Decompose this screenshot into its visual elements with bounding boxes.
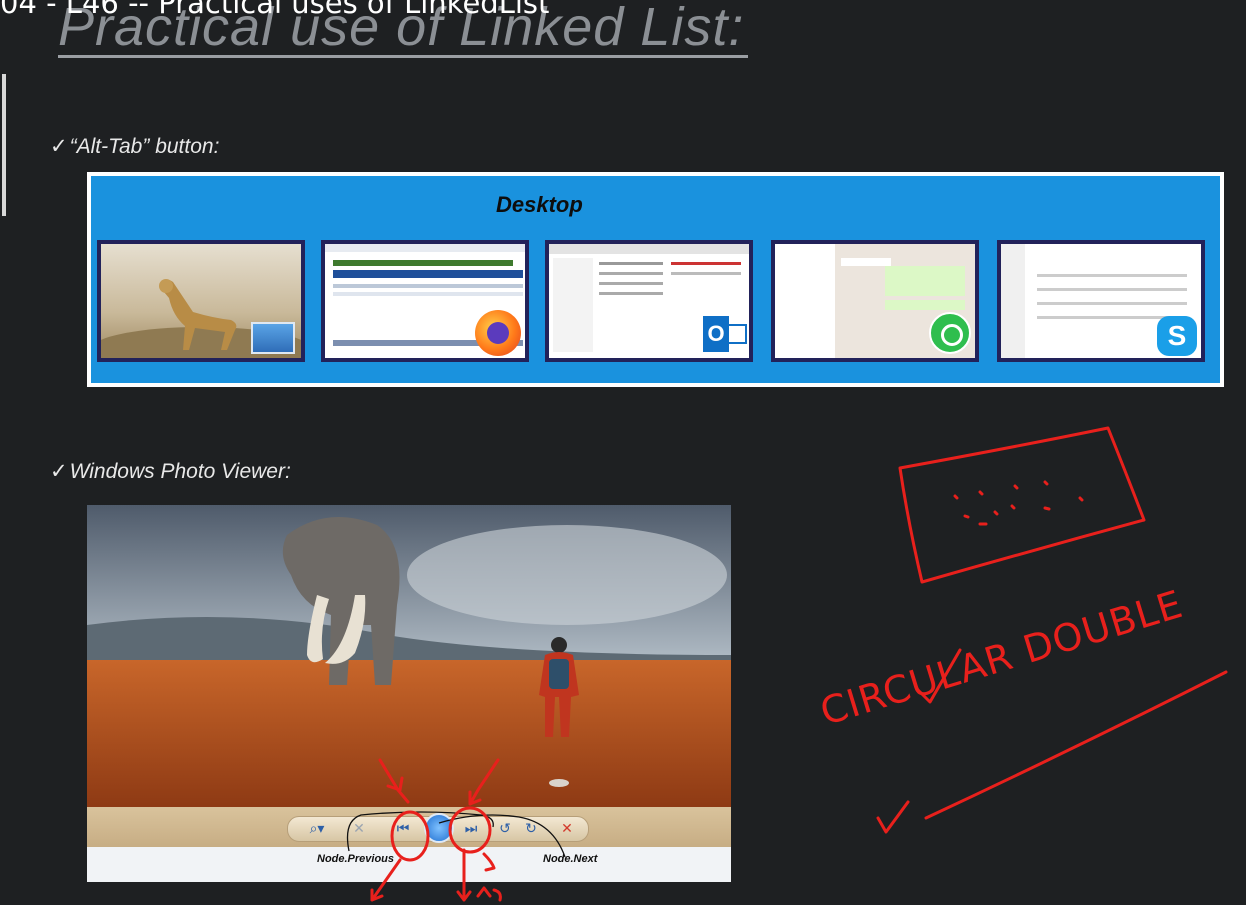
alt-tab-thumb-outlook[interactable]: O [545, 240, 753, 362]
bullet-alt-tab: ✓“Alt-Tab” button: [50, 134, 219, 159]
desktop-label: Desktop [496, 192, 583, 217]
bullet-alt-tab-text: “Alt-Tab” button: [69, 135, 220, 158]
firefox-screen [325, 244, 525, 358]
sketch-dots [953, 480, 1084, 526]
skype-screen: S [1001, 244, 1201, 358]
check-icon: ✓ [50, 460, 68, 483]
sketch-rectangle [898, 426, 1146, 584]
firefox-icon [475, 310, 521, 356]
node-connector-lines [346, 811, 566, 858]
alt-tab-thumb-skype[interactable]: S [997, 240, 1205, 362]
video-title: 04 - L46 -- Practical uses of LinkedList [0, 0, 550, 20]
whatsapp-screen [775, 244, 975, 358]
monitor-icon [251, 322, 295, 354]
desktop-screen [101, 244, 301, 358]
alt-tab-thumb-desktop[interactable] [97, 240, 305, 362]
handwriting-underline [924, 670, 1228, 820]
bullet-photo-viewer: ✓Windows Photo Viewer: [50, 459, 291, 484]
scroll-marker [2, 74, 6, 216]
alt-tab-panel: Desktop O S [87, 172, 1224, 387]
alt-tab-thumb-whatsapp[interactable] [771, 240, 979, 362]
photo-viewer-window: ⌕▾ ✕ ⏮ ⏭ ↺ ↻ ✕ Node.Previous Node.Next [87, 505, 731, 882]
title-underline [58, 55, 748, 58]
check-icon: ✓ [50, 135, 68, 158]
handwritten-circular-double: CIRCULAR DOUBLE [815, 581, 1188, 734]
bullet-photo-viewer-text: Windows Photo Viewer: [69, 460, 291, 483]
alt-tab-thumb-firefox[interactable] [321, 240, 529, 362]
skype-icon: S [1157, 316, 1197, 356]
outlook-screen: O [549, 244, 749, 358]
whatsapp-icon [929, 312, 971, 354]
outlook-icon: O [703, 316, 749, 354]
scribble-yd [476, 886, 502, 902]
tick-mark-2 [876, 800, 910, 834]
alt-tab-background: Desktop O S [91, 176, 1220, 383]
